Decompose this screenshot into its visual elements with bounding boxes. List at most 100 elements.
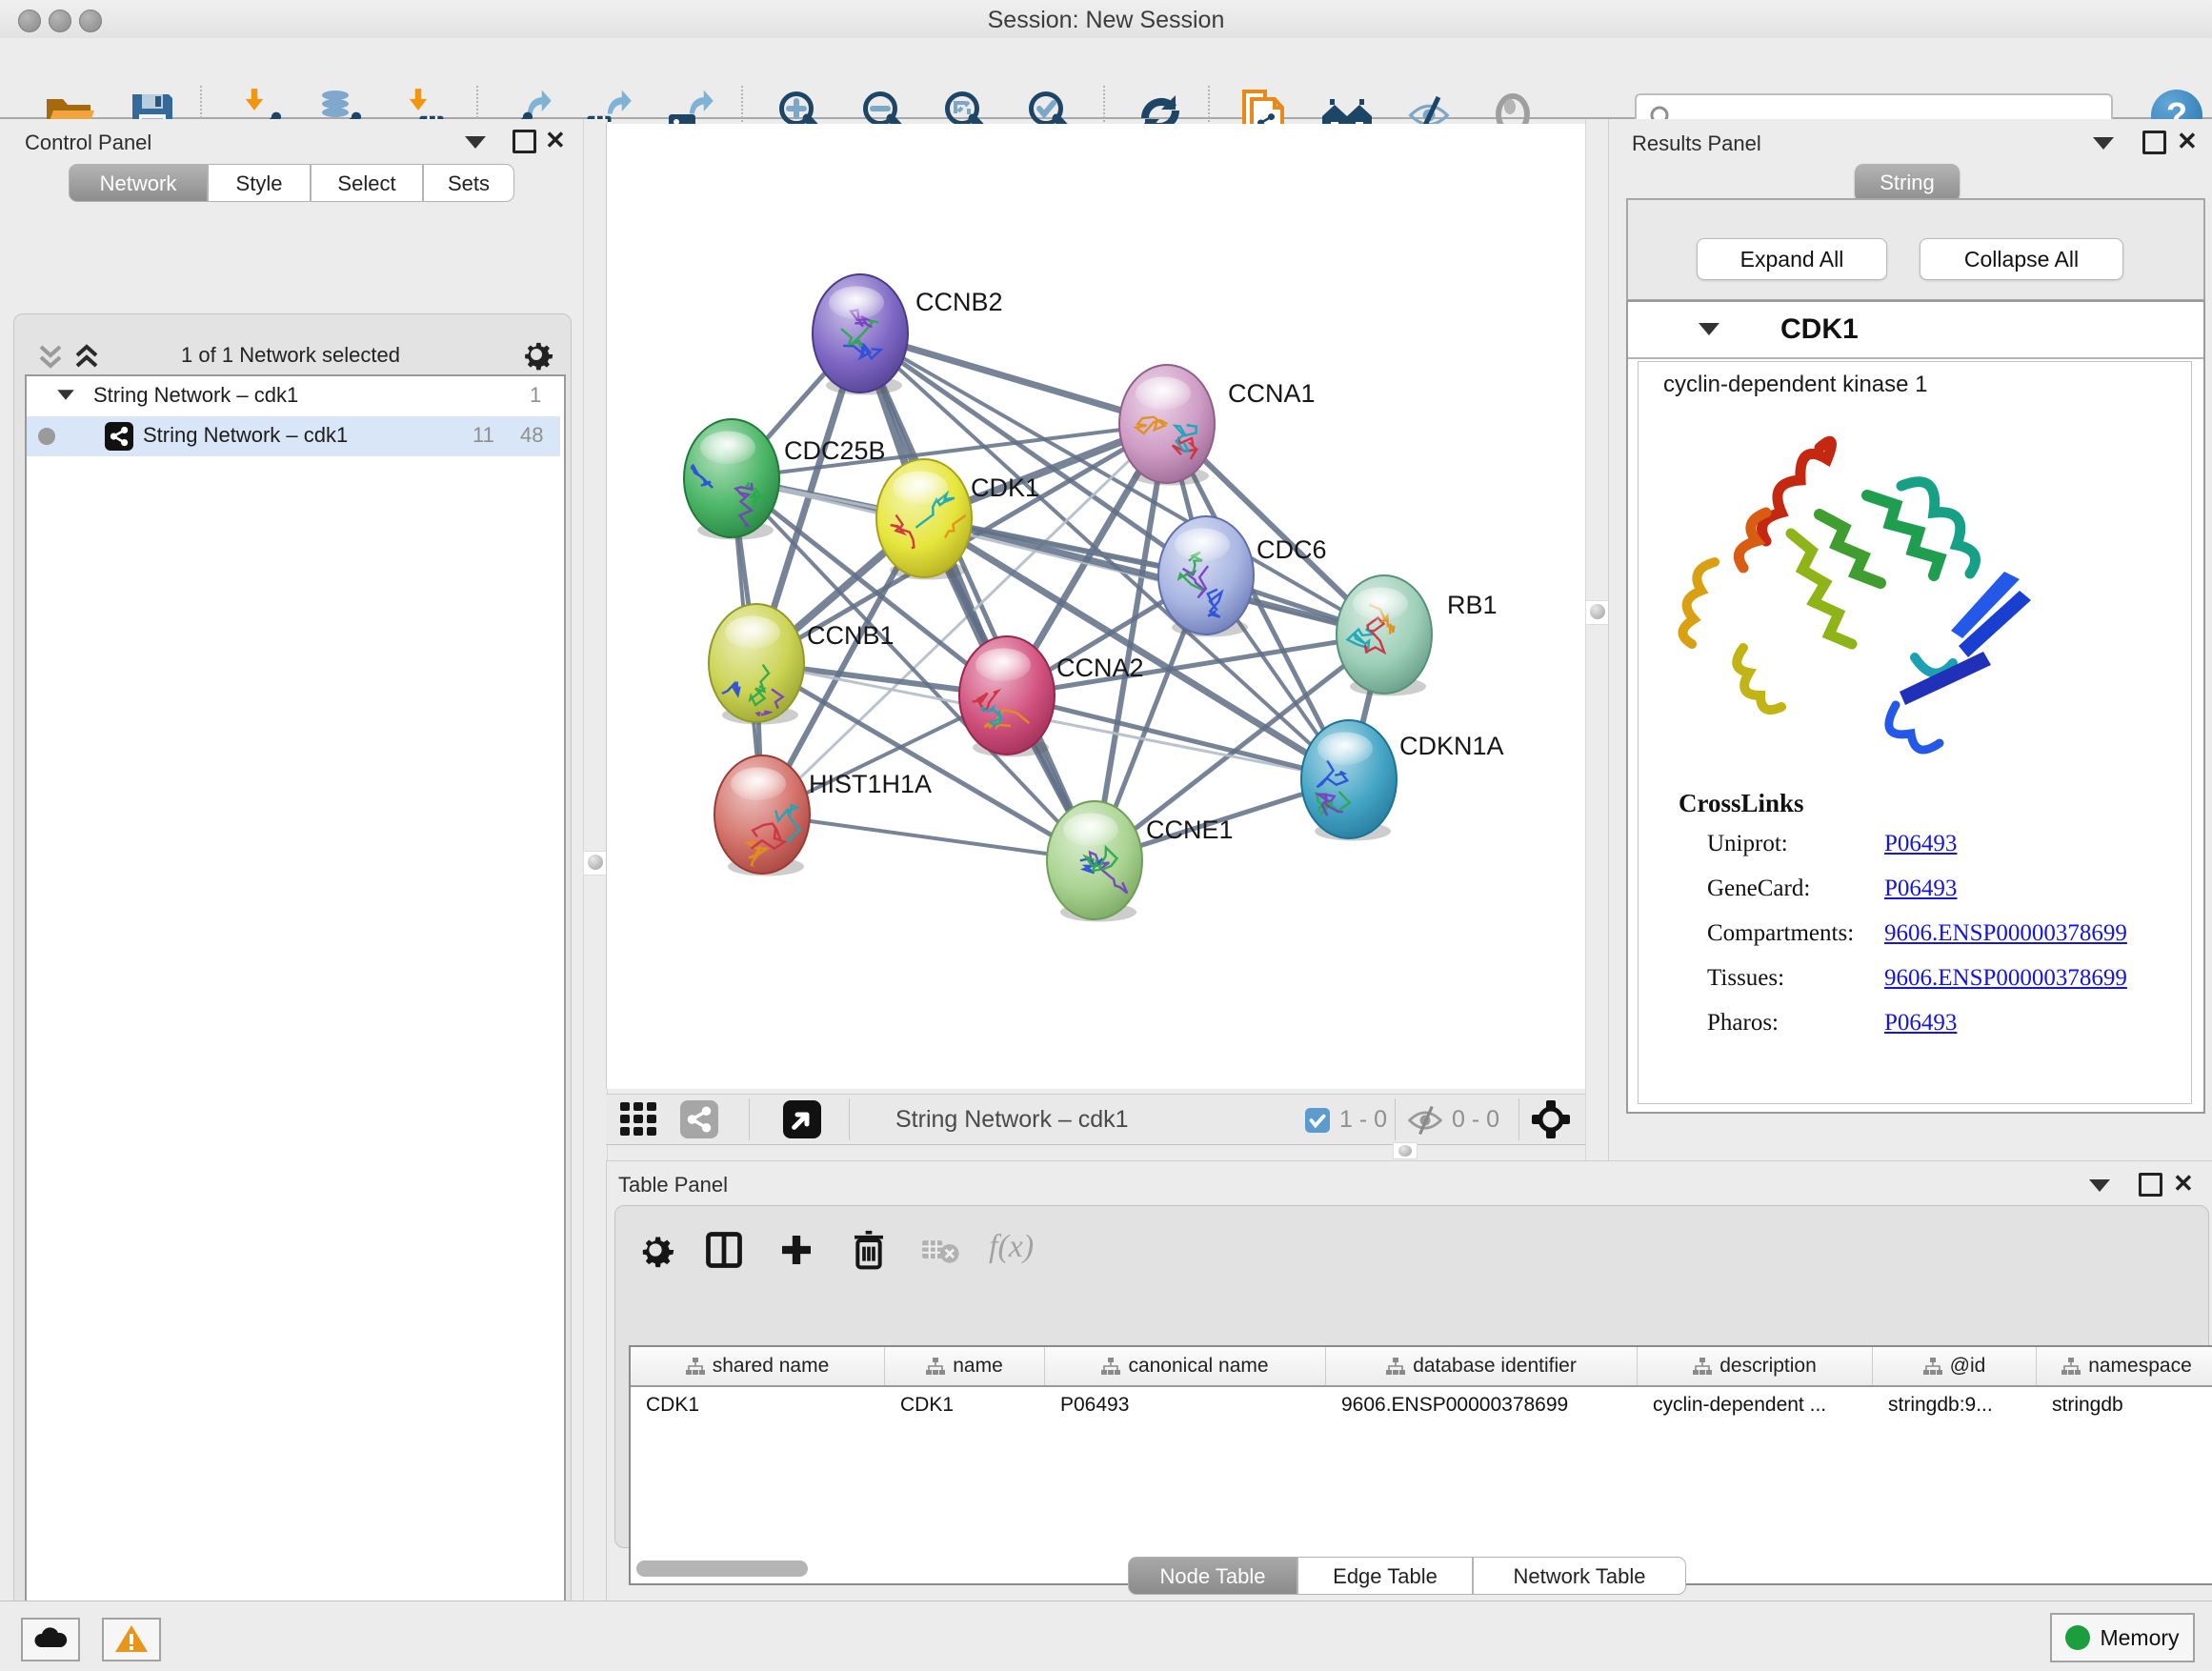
network-collection-row[interactable]: String Network – cdk1 1 (27, 376, 560, 416)
maximize-panel-icon[interactable] (513, 130, 536, 153)
close-panel-icon[interactable]: ✕ (2173, 1174, 2194, 1193)
table-cell[interactable]: stringdb:9... (1873, 1387, 2037, 1423)
table-row[interactable]: CDK1CDK1P064939606.ENSP00000378699cyclin… (631, 1387, 2212, 1423)
column-header-at-id[interactable]: @id (1873, 1347, 2037, 1385)
string-node-details: CDK1 cyclin-dependent kinase 1 (1626, 300, 2205, 1114)
node-label: CDC25B (784, 436, 886, 465)
string-actions-box: Expand All Collapse All (1626, 198, 2205, 301)
network-row-selected[interactable]: String Network – cdk1 11 48 (27, 416, 560, 456)
netbar-separator (749, 1098, 750, 1140)
selected-node-edge-counts: 1 - 0 (1339, 1106, 1387, 1134)
float-panel-icon[interactable] (465, 136, 486, 149)
network-share-icon[interactable] (680, 1100, 718, 1138)
delete-column-icon[interactable] (850, 1229, 888, 1271)
memory-status-dot (2065, 1625, 2090, 1650)
crosslink-link[interactable]: 9606.ENSP00000378699 (1884, 965, 2127, 992)
collapse-all-icon[interactable] (37, 343, 70, 372)
crosslink-link[interactable]: P06493 (1884, 1010, 1957, 1037)
column-header-description[interactable]: description (1638, 1347, 1873, 1385)
node-label: CDC6 (1257, 535, 1327, 564)
tab-network-table[interactable]: Network Table (1473, 1557, 1686, 1595)
table-cell[interactable]: cyclin-dependent ... (1638, 1387, 1873, 1423)
float-panel-icon[interactable] (2093, 137, 2114, 150)
network-canvas[interactable]: CCNB2CCNA1CDC25BCDK1CDC6RB1CCNB1CCNA2CDK… (606, 124, 1586, 1089)
network-edge[interactable] (762, 815, 1095, 860)
node-label: HIST1H1A (809, 770, 932, 798)
tab-edge-table[interactable]: Edge Table (1297, 1557, 1473, 1595)
tab-select[interactable]: Select (311, 164, 423, 202)
node-entry-body: cyclin-dependent kinase 1 (1638, 361, 2192, 1104)
window-title: Session: New Session (0, 7, 2212, 34)
column-header-namespace[interactable]: namespace (2037, 1347, 2212, 1385)
table-cell[interactable]: P06493 (1045, 1387, 1326, 1423)
column-type-icon (1101, 1358, 1120, 1375)
crosslink-link[interactable]: 9606.ENSP00000378699 (1884, 920, 2127, 947)
bottom-splitter-handle[interactable] (1393, 1142, 1418, 1159)
table-header-row: shared namenamecanonical namedatabase id… (631, 1347, 2212, 1387)
netbar-separator (1395, 1098, 1396, 1140)
cloud-status-button[interactable] (21, 1618, 80, 1661)
left-splitter-handle[interactable] (583, 851, 608, 876)
column-header-database-identifier[interactable]: database identifier (1326, 1347, 1638, 1385)
crosslink-row: Pharos:P06493 (1707, 1010, 2164, 1037)
expand-all-icon[interactable] (73, 343, 106, 372)
selected-checkbox-icon[interactable] (1305, 1108, 1330, 1133)
network-current-dot-icon (38, 428, 55, 445)
table-cell[interactable]: CDK1 (885, 1387, 1045, 1423)
network-list: String Network – cdk1 1 String Network –… (25, 374, 566, 1671)
memory-button[interactable]: Memory (2050, 1613, 2195, 1662)
node-entry-header[interactable]: CDK1 (1628, 302, 2203, 359)
crosslink-link[interactable]: P06493 (1884, 876, 1957, 902)
horizontal-scrollbar[interactable] (636, 1560, 808, 1577)
birds-eye-toggle-icon[interactable] (1532, 1100, 1570, 1138)
tab-sets[interactable]: Sets (423, 164, 514, 202)
table-cell[interactable]: stringdb (2037, 1387, 2212, 1423)
column-header-shared-name[interactable]: shared name (631, 1347, 885, 1385)
crosslink-label: Compartments: (1707, 920, 1884, 947)
grid-view-icon[interactable] (620, 1102, 658, 1137)
node-label: CCNE1 (1146, 815, 1234, 844)
left-splitter[interactable] (583, 119, 608, 1601)
show-columns-icon[interactable] (703, 1229, 745, 1271)
right-splitter-handle[interactable] (1585, 600, 1610, 625)
maximize-panel-icon[interactable] (2142, 131, 2166, 154)
crosslink-label: Pharos: (1707, 1010, 1884, 1037)
crosslink-row: Uniprot:P06493 (1707, 831, 2164, 857)
collection-expand-icon[interactable] (57, 390, 74, 399)
expand-all-button[interactable]: Expand All (1697, 238, 1887, 280)
cytoscape-window: Session: New Session (0, 0, 2212, 1671)
node-label: CCNA1 (1228, 379, 1316, 408)
network-row-name: String Network – cdk1 (143, 423, 348, 448)
function-builder-icon: f(x) (989, 1229, 1034, 1265)
table-options-gear-icon[interactable] (636, 1231, 674, 1269)
tab-style[interactable]: Style (208, 164, 311, 202)
collection-count: 1 (530, 383, 541, 408)
netbar-separator (1518, 1098, 1519, 1140)
right-splitter[interactable] (1585, 119, 1610, 1160)
control-panel-tabs: Network Style Select Sets (69, 164, 514, 202)
control-panel: Control Panel ✕ Network Style Select Set… (0, 119, 583, 1601)
collapse-all-button[interactable]: Collapse All (1920, 238, 2123, 280)
crosslink-link[interactable]: P06493 (1884, 831, 1957, 857)
column-type-icon (1693, 1358, 1712, 1375)
network-edge[interactable] (762, 424, 1167, 815)
close-panel-icon[interactable]: ✕ (2177, 131, 2198, 151)
tab-network[interactable]: Network (69, 164, 208, 202)
results-panel-title: Results Panel (1632, 131, 1761, 156)
add-column-icon[interactable] (777, 1231, 815, 1269)
crosslinks-title: CrossLinks (1679, 789, 1804, 818)
table-cell[interactable]: 9606.ENSP00000378699 (1326, 1387, 1638, 1423)
column-header-canonical-name[interactable]: canonical name (1045, 1347, 1326, 1385)
warning-status-button[interactable] (102, 1618, 161, 1661)
entry-collapse-icon[interactable] (1699, 323, 1719, 335)
maximize-panel-icon[interactable] (2139, 1173, 2162, 1197)
tab-string[interactable]: String (1855, 164, 1960, 202)
network-options-gear-icon[interactable] (519, 337, 553, 372)
open-in-window-icon[interactable] (783, 1100, 821, 1138)
tab-node-table[interactable]: Node Table (1128, 1557, 1297, 1595)
close-panel-icon[interactable]: ✕ (545, 131, 566, 150)
column-type-icon (1923, 1358, 1942, 1375)
table-cell[interactable]: CDK1 (631, 1387, 885, 1423)
float-panel-icon[interactable] (2089, 1179, 2110, 1192)
column-header-name[interactable]: name (885, 1347, 1045, 1385)
